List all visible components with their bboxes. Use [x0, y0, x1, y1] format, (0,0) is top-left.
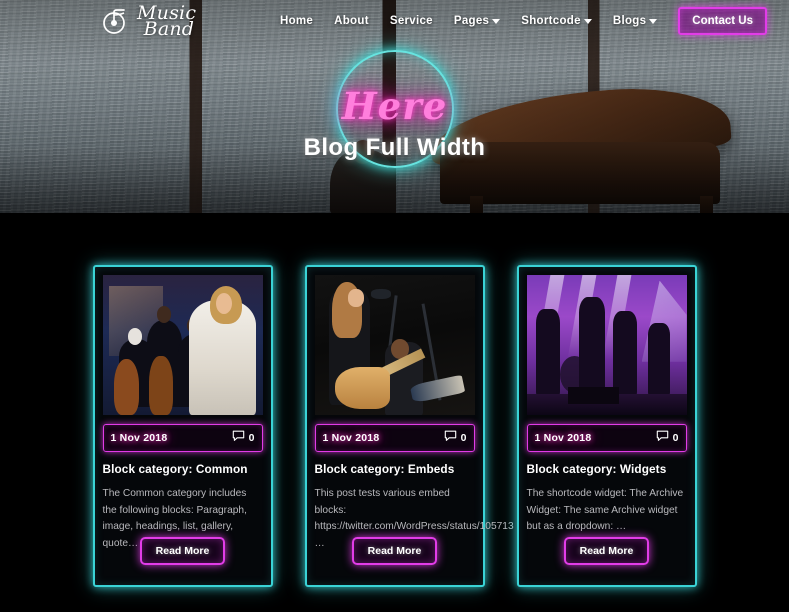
comment-count: 0: [672, 432, 679, 444]
nav-label-about: About: [334, 15, 369, 27]
post-excerpt-intro: This post tests various embed blocks:: [314, 487, 450, 516]
guitarist-live-photo: [314, 275, 475, 415]
comment-count: 0: [248, 432, 255, 444]
blog-post-grid: 1 Nov 2018 0 Block category: Common The …: [0, 213, 789, 612]
blog-post-card[interactable]: 1 Nov 2018 0 Block category: Widgets The…: [516, 265, 697, 587]
post-meta-bar: 1 Nov 2018 0: [526, 424, 687, 452]
contact-us-button[interactable]: Contact Us: [678, 7, 767, 35]
nav-item-pages[interactable]: Pages: [453, 15, 501, 27]
post-thumbnail[interactable]: [102, 275, 263, 415]
post-comments[interactable]: 0: [232, 429, 255, 447]
post-date: 1 Nov 2018: [110, 432, 168, 444]
music-note-circle-icon: [102, 6, 132, 36]
page-title: Blog Full Width: [303, 134, 486, 161]
nav-item-about[interactable]: About: [334, 15, 369, 27]
post-title[interactable]: Block category: Common: [103, 462, 263, 477]
read-more-wrapper: Read More: [95, 537, 271, 565]
comment-bubble-icon: [444, 429, 457, 447]
nav-label-blogs: Blogs: [612, 15, 647, 27]
chevron-down-icon: [583, 18, 592, 24]
nav-label-pages: Pages: [453, 15, 490, 27]
post-title[interactable]: Block category: Widgets: [527, 462, 687, 477]
nav-item-service[interactable]: Service: [390, 15, 433, 27]
post-thumbnail[interactable]: [314, 275, 475, 415]
read-more-button[interactable]: Read More: [563, 537, 650, 565]
read-more-button[interactable]: Read More: [351, 537, 438, 565]
site-logo[interactable]: Music Band: [102, 3, 196, 40]
nav-label-shortcode: Shortcode: [521, 15, 581, 27]
nav-item-blogs[interactable]: Blogs: [612, 15, 658, 27]
nav-label-home: Home: [279, 15, 314, 27]
logo-line-2: Band: [143, 18, 195, 40]
post-meta-bar: 1 Nov 2018 0: [314, 424, 475, 452]
post-excerpt: The shortcode widget: The Archive Widget…: [526, 487, 684, 533]
nav-item-home[interactable]: Home: [280, 15, 313, 27]
post-comments[interactable]: 0: [444, 429, 467, 447]
post-meta-bar: 1 Nov 2018 0: [102, 424, 263, 452]
logo-wordmark: Music Band: [137, 3, 196, 40]
post-excerpt-url: https://twitter.com/WordPress/status/105…: [314, 521, 514, 533]
hero-title-group: Here Blog Full Width: [0, 50, 789, 168]
comment-bubble-icon: [232, 429, 245, 447]
blog-post-card[interactable]: 1 Nov 2018 0 Block category: Common The …: [92, 265, 273, 587]
site-header: Music Band Home About Service Pages Shor…: [0, 0, 789, 42]
main-navigation: Home About Service Pages Shortcode Blogs…: [280, 7, 767, 35]
nav-item-shortcode[interactable]: Shortcode: [521, 15, 592, 27]
jazz-band-singer-photo: [102, 275, 263, 415]
comment-count: 0: [460, 432, 467, 444]
post-date: 1 Nov 2018: [534, 432, 592, 444]
chevron-down-icon: [492, 18, 501, 24]
hero-script-text: Here: [341, 84, 448, 128]
nav-label-service: Service: [389, 15, 433, 27]
blog-post-card[interactable]: 1 Nov 2018 0 Block category: Embeds This…: [304, 265, 514, 587]
post-comments[interactable]: 0: [656, 429, 679, 447]
chevron-down-icon: [649, 18, 658, 24]
hero-banner: Music Band Home About Service Pages Shor…: [0, 0, 789, 213]
post-date: 1 Nov 2018: [322, 432, 380, 444]
rock-band-stage-photo: [526, 275, 687, 415]
post-title[interactable]: Block category: Embeds: [315, 462, 475, 477]
read-more-wrapper: Read More: [307, 537, 483, 565]
read-more-button[interactable]: Read More: [139, 537, 226, 565]
read-more-wrapper: Read More: [519, 537, 695, 565]
post-thumbnail[interactable]: [526, 275, 687, 415]
comment-bubble-icon: [656, 429, 669, 447]
